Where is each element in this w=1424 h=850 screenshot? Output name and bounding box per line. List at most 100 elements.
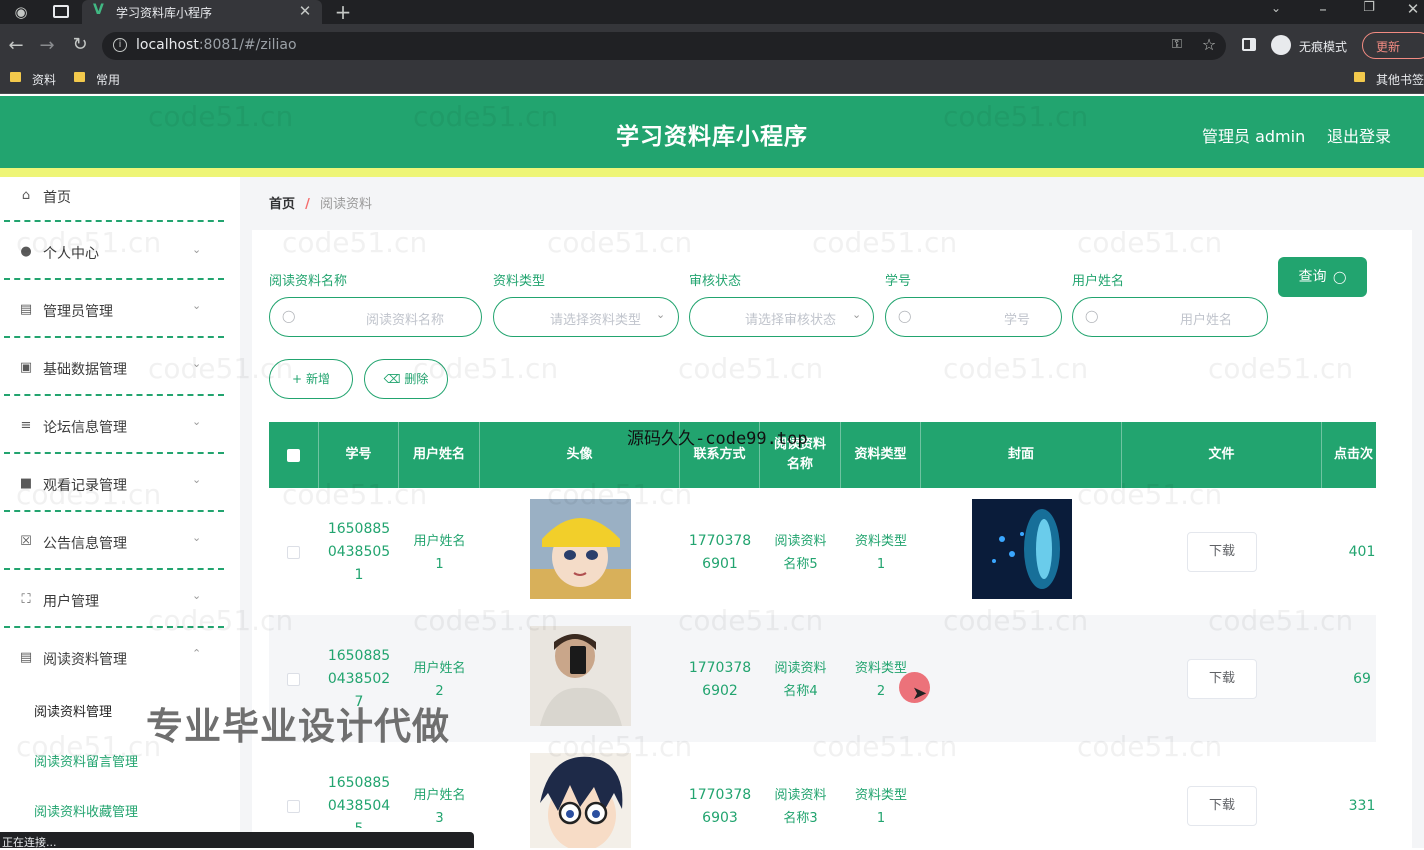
cell-phone-line: 6902 [702,683,738,699]
row-checkbox[interactable] [287,673,300,686]
cell-clicks: 331 [1348,798,1376,814]
tab-list-chevron-icon[interactable]: ⌄ [1268,1,1284,15]
cell-type-line: 资料类型 [854,788,907,803]
query-button[interactable]: 查询 ◯ [1278,257,1367,297]
cell-id-line: 1650885 [327,521,391,537]
checkbox-icon[interactable] [287,448,300,462]
cell-type: 资料类型 1 [841,530,921,576]
cell-name-line: 名称3 [783,811,818,826]
filter-user-input[interactable]: ◯ 用户姓名 [1072,297,1268,337]
sidebar-subitem-reading[interactable]: 阅读资料管理 [34,701,112,720]
sidebar-divider [4,336,224,338]
watermark-text: code51.cn [812,730,958,763]
cell-name-line: 阅读资料 [774,788,827,803]
cell-id-line: 5 [319,818,399,828]
tab-close-icon[interactable]: ✕ [296,2,314,20]
breadcrumb-home[interactable]: 首页 [269,197,295,212]
cell-name: 阅读资料 名称5 [760,530,841,576]
sidebar-item-reading[interactable]: ▤ 阅读资料管理 ⌃ [0,632,226,688]
chart-icon: ▤ [19,302,33,317]
filter-label-name: 阅读资料名称 [269,274,348,289]
cell-phone-line: 1770378 [688,533,752,549]
cell-name: 阅读资料 名称4 [760,657,841,703]
chevron-down-icon: ⌄ [192,531,202,544]
placeholder: 请选择资料类型 [550,313,642,328]
cell-id-line: 0438505 [327,544,391,560]
watermark-text: code51.cn [282,226,428,259]
avatar [530,499,631,599]
cell-clicks: 401 [1348,544,1376,560]
forward-icon[interactable]: → [37,35,57,56]
bookmarks-bar [0,64,1424,94]
cover-image [972,499,1072,599]
browser-status-bar [0,832,474,848]
cell-user-line: 用户姓名 [413,661,466,676]
folder-icon [1354,72,1365,82]
filter-label-status: 审核状态 [689,274,742,289]
cell-id: 1650885 0438504 5 [319,772,399,828]
avatar-image-2 [530,626,631,726]
key-icon[interactable]: ⚿ [1168,37,1186,52]
chevron-down-icon: ⌄ [192,473,202,486]
watermark-text: code51.cn [547,478,693,511]
download-button[interactable]: 下载 [1187,532,1257,572]
cell-user: 用户姓名 1 [399,530,480,576]
chevron-down-icon: ⌄ [192,415,202,428]
sidebar-item-notices[interactable]: ☒ 公告信息管理 ⌄ [0,516,226,572]
filter-label-user: 用户姓名 [1072,274,1125,289]
watermark-text: code51.cn [943,604,1089,637]
download-button[interactable]: 下载 [1187,659,1257,699]
new-tab-icon[interactable]: + [334,0,352,24]
cell-id: 1650885 0438505 1 [319,518,399,587]
search-icon: ◯ [1333,270,1347,284]
filter-type-select[interactable]: 请选择资料类型 ⌄ [493,297,679,337]
cell-name-line: 阅读资料 [774,661,827,676]
row-checkbox[interactable] [287,546,300,559]
sidepanel-icon[interactable] [1242,38,1256,51]
window-close-icon[interactable]: ✕ [1404,0,1422,18]
sidebar-item-forum[interactable]: ≡ 论坛信息管理 ⌄ [0,400,226,456]
site-info-icon[interactable]: i [113,38,127,52]
browser-menu-icon[interactable]: ◉ [12,3,30,21]
back-icon[interactable]: ← [6,35,26,56]
cell-id-line: 0438504 [327,798,391,814]
chevron-down-icon: ⌄ [852,308,862,321]
other-bookmarks[interactable]: 其他书签 [1376,71,1424,88]
sidebar-item-label: 用户管理 [43,594,99,610]
minimize-icon[interactable]: – [1314,0,1332,18]
download-button[interactable]: 下载 [1187,786,1257,826]
sidebar-divider [4,394,224,396]
filter-id-input[interactable]: ◯ 学号 [885,297,1062,337]
plus-icon: + [292,372,303,386]
sidebar-item-home[interactable]: ⌂ 首页 [0,177,226,233]
avatar-image-3 [530,753,631,848]
row-checkbox[interactable] [287,800,300,813]
breadcrumb-current: 阅读资料 [320,197,373,212]
tab-search-icon[interactable] [53,5,69,18]
bookmark-star-icon[interactable]: ☆ [1200,35,1218,54]
watermark-text: code51.cn [413,604,559,637]
reload-icon[interactable]: ↻ [70,34,90,55]
avatar [530,626,631,726]
message-icon: ▣ [19,360,33,375]
bookmark-item[interactable]: 常用 [96,71,120,88]
search-icon: ◯ [1085,309,1099,323]
avatar-image-1 [530,499,631,599]
filter-status-select[interactable]: 请选择审核状态 ⌄ [689,297,874,337]
search-icon: ◯ [898,309,912,323]
sidebar-item-admins[interactable]: ▤ 管理员管理 ⌄ [0,284,226,340]
breadcrumb: 首页 / 阅读资料 [269,193,372,212]
bookmark-item[interactable]: 资料 [32,71,56,88]
cell-user-line: 1 [435,557,444,572]
filter-name-input[interactable]: ◯ 阅读资料名称 [269,297,482,337]
maximize-icon[interactable]: ❐ [1360,0,1378,15]
sidebar-subitem-reading-favorites[interactable]: 阅读资料收藏管理 [34,801,138,820]
cell-phone-line: 1770378 [688,787,752,803]
placeholder: 学号 [1004,313,1031,328]
watermark-text: code51.cn [413,352,559,385]
cell-id-line: 1650885 [327,775,391,791]
placeholder: 请选择审核状态 [745,313,837,328]
cover-image-art [972,499,1072,599]
watermark-text: code51.cn [1208,604,1354,637]
logout-link[interactable]: 退出登录 [1327,123,1391,147]
